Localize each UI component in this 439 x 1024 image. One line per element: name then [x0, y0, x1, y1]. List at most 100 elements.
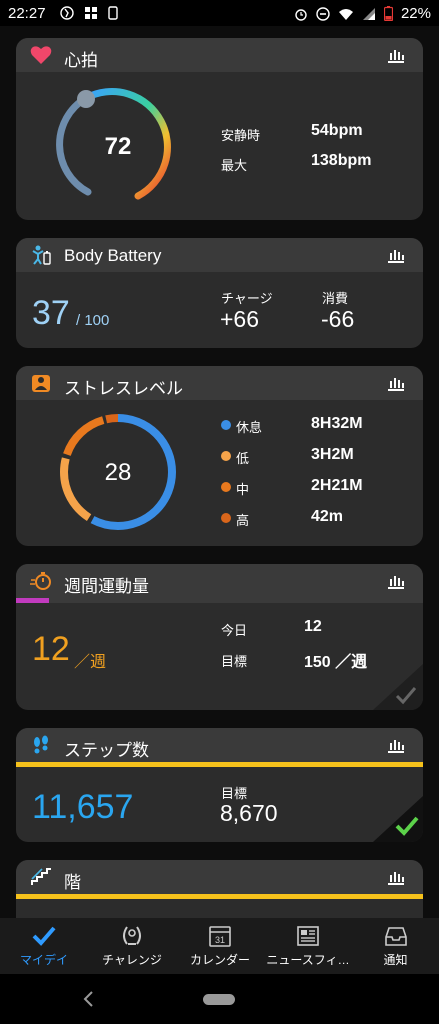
status-left-icons	[60, 6, 118, 20]
card-title: 心拍	[64, 51, 98, 70]
card-title: ストレスレベル	[64, 379, 183, 398]
stairs-icon	[31, 868, 51, 885]
heart-rate-value: 72	[105, 133, 132, 160]
nav-calendar[interactable]: 31 カレンダー	[176, 918, 264, 974]
body-battery-value: 37	[32, 294, 70, 332]
goal-value: 150 ／週	[304, 654, 368, 671]
legend-value-low: 3H2M	[311, 446, 354, 463]
goal-achieved-check-icon	[373, 796, 423, 842]
nav-label: チャレンジ	[102, 953, 162, 967]
legend-label-medium: 中	[236, 482, 250, 497]
heart-rate-gauge: 72	[56, 88, 171, 200]
goal-corner-check-icon	[373, 664, 423, 710]
drain-label: 消費	[322, 291, 349, 306]
laurel-icon	[123, 926, 141, 945]
inbox-icon	[384, 927, 407, 946]
card-header: 週間運動量	[16, 564, 423, 598]
nav-label: カレンダー	[189, 953, 250, 967]
activity-icon	[60, 6, 74, 20]
card-header: 心拍	[16, 38, 423, 72]
calendar-icon: 31	[209, 926, 231, 947]
intensity-unit: ／週	[74, 654, 107, 671]
legend-dot-low	[221, 451, 231, 461]
calendar-day: 31	[215, 935, 225, 945]
stress-donut: 28	[60, 414, 176, 530]
legend-label-low: 低	[236, 451, 250, 466]
home-pill[interactable]	[203, 994, 235, 1005]
body-battery-max: / 100	[76, 312, 110, 329]
bottom-navigation: マイデイ チャレンジ 31 カレンダー ニュースフィ… 通知	[0, 918, 439, 974]
bar-chart-icon[interactable]	[387, 869, 405, 885]
nav-label: マイデイ	[19, 953, 68, 967]
body-battery-icon	[32, 245, 51, 265]
goal-label: 目標	[221, 654, 248, 669]
status-right: 22%	[294, 5, 431, 22]
max-label: 最大	[221, 158, 248, 173]
charge-value: +66	[220, 306, 260, 332]
body-battery-card[interactable]: Body Battery 37 / 100 チャージ +66 消費 -66	[16, 238, 423, 348]
battery-percent: 22%	[400, 5, 431, 22]
today-value: 12	[304, 618, 322, 635]
heart-rate-card[interactable]: 心拍 72 安静時 54bpm 最大 138bpm	[16, 38, 423, 220]
stress-person-icon	[32, 375, 50, 392]
steps-value: 11,657	[32, 788, 134, 826]
phone-icon	[108, 6, 118, 20]
bar-chart-icon[interactable]	[387, 247, 405, 263]
system-navigation-bar	[0, 974, 439, 1024]
card-title: ステップ数	[64, 741, 149, 760]
stopwatch-icon	[30, 572, 51, 590]
status-time: 22:27	[8, 5, 46, 22]
bar-chart-icon[interactable]	[387, 375, 405, 391]
newsfeed-icon	[297, 926, 319, 946]
nav-challenges[interactable]: チャレンジ	[88, 918, 176, 974]
card-title: 週間運動量	[64, 577, 149, 596]
card-header: 階	[16, 860, 423, 894]
bar-chart-icon[interactable]	[387, 737, 405, 753]
legend-value-medium: 2H21M	[311, 477, 363, 494]
intensity-minutes-card[interactable]: 週間運動量 12 ／週 今日 12 目標 150 ／週	[16, 564, 423, 710]
charge-label: チャージ	[221, 291, 273, 306]
bar-chart-icon[interactable]	[387, 47, 405, 63]
battery-icon	[383, 6, 393, 21]
card-header: Body Battery	[16, 238, 423, 272]
floors-progress-bar	[16, 894, 423, 899]
intensity-progress-fill	[16, 598, 49, 603]
steps-progress-bar	[16, 762, 423, 767]
max-value: 138bpm	[311, 152, 372, 169]
stress-value: 28	[105, 459, 132, 486]
grid-app-icon	[85, 7, 97, 19]
legend-dot-medium	[221, 482, 231, 492]
signal-icon	[362, 7, 375, 20]
nav-my-day[interactable]: マイデイ	[0, 918, 88, 974]
legend-dot-rest	[221, 420, 231, 430]
legend-label-high: 高	[236, 513, 250, 528]
nav-label: ニュースフィ…	[266, 953, 350, 967]
heart-icon	[30, 46, 52, 64]
nav-label: 通知	[383, 953, 408, 967]
nav-notifications[interactable]: 通知	[352, 918, 439, 974]
resting-label: 安静時	[221, 128, 261, 143]
steps-goal-value: 8,670	[220, 800, 278, 826]
drain-value: -66	[321, 306, 355, 332]
resting-value: 54bpm	[311, 122, 363, 139]
stress-card[interactable]: ストレスレベル 28 休息 8H32M 低 3H2M 中 2H21M 高 42m	[16, 366, 423, 546]
legend-value-rest: 8H32M	[311, 415, 363, 432]
check-icon	[32, 926, 56, 946]
intensity-value: 12	[32, 630, 70, 668]
legend-label-rest: 休息	[236, 420, 263, 435]
status-bar: 22:27 22%	[0, 0, 439, 26]
wifi-icon	[338, 8, 353, 20]
today-label: 今日	[221, 623, 248, 638]
intensity-progress-track	[16, 598, 423, 603]
nav-newsfeed[interactable]: ニュースフィ…	[264, 918, 352, 974]
steps-card[interactable]: ステップ数 11,657 目標 8,670	[16, 728, 423, 842]
legend-value-high: 42m	[311, 508, 344, 525]
card-header: ステップ数	[16, 728, 423, 762]
legend-dot-high	[221, 513, 231, 523]
back-icon[interactable]	[82, 990, 96, 1008]
card-title: 階	[64, 873, 81, 892]
card-title: Body Battery	[64, 246, 162, 265]
footprints-icon	[34, 735, 48, 754]
dnd-icon	[316, 6, 330, 21]
bar-chart-icon[interactable]	[387, 573, 405, 589]
